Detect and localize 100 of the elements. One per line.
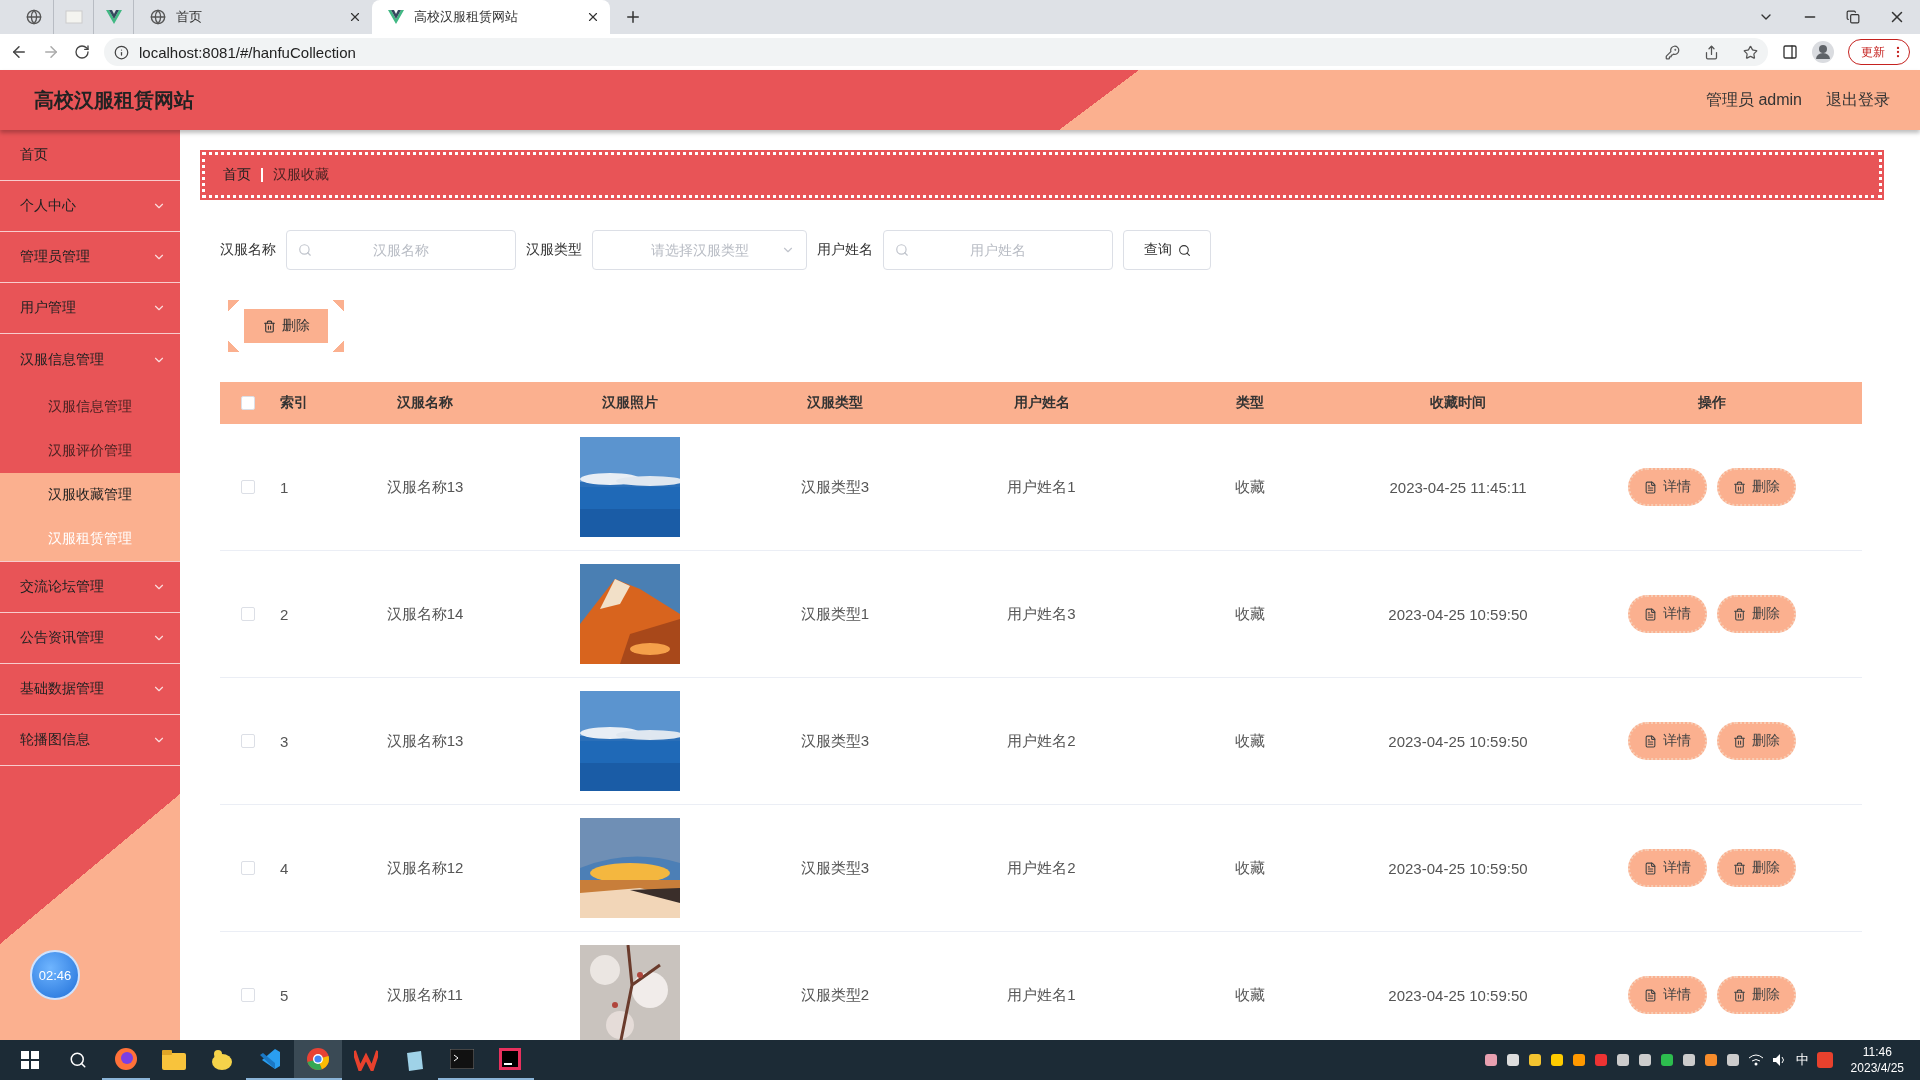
table-cell: 收藏 — [1235, 985, 1265, 1005]
table-cell: 汉服类型3 — [800, 477, 870, 497]
tray-icon[interactable] — [1527, 1053, 1542, 1067]
table-cell: 2023-04-25 10:59:50 — [1388, 986, 1528, 1004]
delete-button[interactable]: 删除 — [228, 300, 344, 352]
delete-button[interactable]: 删除 — [1717, 849, 1796, 887]
table-cell: 汉服名称11 — [387, 985, 463, 1005]
tray-icon[interactable] — [1703, 1053, 1718, 1067]
table-cell: 收藏 — [1235, 604, 1265, 624]
tray-icon[interactable] — [1615, 1053, 1630, 1067]
delete-button[interactable]: 删除 — [1717, 595, 1796, 633]
vue-logo-icon[interactable] — [105, 10, 122, 24]
wifi-icon[interactable] — [1747, 1053, 1764, 1067]
browser-tab[interactable]: 高校汉服租赁网站 — [372, 0, 610, 34]
delete-button[interactable]: 删除 — [1717, 468, 1796, 506]
submenu-item[interactable]: 汉服收藏管理 — [0, 473, 180, 517]
chrome-icon[interactable] — [294, 1040, 342, 1080]
user-label: 管理员 admin — [1705, 89, 1802, 110]
checkbox[interactable] — [241, 396, 255, 410]
column-header: 汉服照片 — [601, 394, 659, 412]
update-button[interactable]: 更新 — [1848, 39, 1910, 65]
menu-item[interactable]: 首页 — [0, 130, 180, 181]
query-button[interactable]: 查询 — [1123, 230, 1211, 270]
breadcrumb-item[interactable]: 首页 — [223, 166, 251, 184]
table-cell: 2023-04-25 10:59:50 — [1388, 605, 1528, 623]
close-icon[interactable] — [348, 10, 362, 24]
column-header: 汉服名称 — [396, 394, 454, 412]
menu-item[interactable]: 管理员管理 — [0, 232, 180, 283]
logout-link[interactable]: 退出登录 — [1826, 89, 1890, 111]
key-icon[interactable] — [1665, 44, 1680, 60]
checkbox[interactable] — [241, 480, 255, 494]
tray-icon[interactable] — [1637, 1053, 1652, 1067]
table-cell: 用户姓名1 — [1007, 477, 1076, 497]
details-button[interactable]: 详情 — [1628, 722, 1707, 760]
breadcrumb-item: 汉服收藏 — [273, 166, 329, 184]
globe-icon[interactable] — [25, 9, 42, 25]
globe-icon — [150, 9, 166, 25]
table-cell-text: 3 — [279, 732, 289, 750]
tray-icon[interactable] — [1681, 1053, 1696, 1067]
checkbox[interactable] — [241, 988, 255, 1002]
browser-tab[interactable]: 首页 — [134, 0, 372, 34]
menu-item[interactable]: 轮播图信息 — [0, 715, 180, 766]
address-bar[interactable]: localhost:8081/#/hanfuCollection — [104, 38, 1768, 66]
tray-icon[interactable] — [1659, 1053, 1674, 1067]
table-cell-text: 1 — [279, 478, 289, 496]
delete-button[interactable]: 删除 — [1717, 976, 1796, 1014]
table-cell: 汉服名称12 — [386, 858, 464, 878]
details-button[interactable]: 详情 — [1628, 849, 1707, 887]
tray-icon[interactable] — [1725, 1053, 1740, 1067]
checkbox[interactable] — [241, 861, 255, 875]
close-icon[interactable] — [586, 10, 600, 24]
menu-item[interactable]: 公告资讯管理 — [0, 613, 180, 664]
menu-item[interactable]: 用户管理 — [0, 283, 180, 334]
column-header: 操作 — [1697, 394, 1727, 412]
reload-icon[interactable] — [74, 44, 90, 60]
new-tab-icon[interactable] — [624, 8, 642, 26]
menu-item[interactable]: 个人中心 — [0, 181, 180, 232]
search-field[interactable]: 用户姓名 — [883, 230, 1113, 270]
details-button[interactable]: 详情 — [1628, 595, 1707, 633]
details-button[interactable]: 详情 — [1628, 976, 1707, 1014]
tray-icon[interactable] — [1483, 1053, 1498, 1067]
restore-icon[interactable] — [1846, 10, 1860, 24]
search-field[interactable]: 汉服名称 — [286, 230, 516, 270]
taskbar-clock[interactable]: 11:46 2023/4/25 — [1840, 1044, 1914, 1076]
site-title: 高校汉服租赁网站 — [34, 87, 194, 113]
menu-item[interactable]: 汉服信息管理 — [0, 334, 180, 385]
tray-icon[interactable] — [1505, 1053, 1520, 1067]
column-header: 收藏时间 — [1429, 394, 1487, 412]
search-icon — [895, 243, 909, 257]
details-button[interactable]: 详情 — [1628, 468, 1707, 506]
table-cell: 汉服名称13 — [386, 731, 464, 751]
table-cell: 用户姓名1 — [1007, 985, 1076, 1005]
trash-icon — [1733, 734, 1746, 748]
search-icon — [298, 243, 312, 257]
table-cell: 用户姓名2 — [1007, 858, 1076, 878]
vue-logo-icon — [388, 10, 404, 24]
delete-button[interactable]: 删除 — [1717, 722, 1796, 760]
side-panel-icon[interactable] — [1782, 44, 1798, 60]
table-cell: 用户姓名2 — [1007, 731, 1076, 751]
tray-icon[interactable] — [1571, 1053, 1586, 1067]
search-icon — [1177, 243, 1191, 257]
tray-icon[interactable] — [1549, 1053, 1564, 1067]
checkbox[interactable] — [241, 607, 255, 621]
menu-item[interactable]: 交流论坛管理 — [0, 562, 180, 613]
select-field[interactable]: 请选择汉服类型 — [592, 230, 807, 270]
menu-item[interactable]: 基础数据管理 — [0, 664, 180, 715]
table-cell-text: 5 — [279, 986, 289, 1004]
back-icon[interactable] — [10, 43, 28, 61]
filter-label: 汉服类型 — [526, 241, 582, 259]
share-icon[interactable] — [1704, 44, 1719, 60]
input-method-indicator[interactable]: 中 — [1795, 1051, 1809, 1069]
checkbox[interactable] — [241, 734, 255, 748]
document-icon — [1644, 988, 1657, 1002]
filter-label: 用户姓名 — [817, 241, 873, 259]
star-icon[interactable] — [1743, 44, 1758, 60]
profile-icon[interactable] — [1812, 41, 1834, 63]
table-cell: 收藏 — [1235, 477, 1265, 497]
trash-icon — [262, 319, 276, 333]
table-cell: 2023-04-25 10:59:50 — [1388, 732, 1528, 750]
app-tray-icon[interactable] — [1816, 1052, 1833, 1068]
